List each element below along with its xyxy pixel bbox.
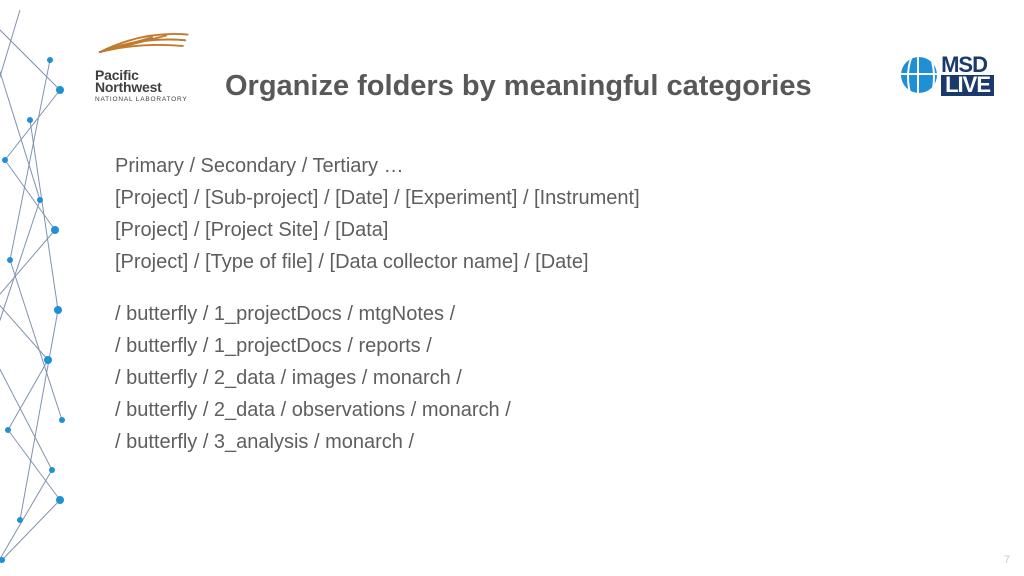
- folder-example-line: / butterfly / 2_data / observations / mo…: [115, 394, 984, 426]
- slide-body: Primary / Secondary / Tertiary … [Projec…: [115, 150, 984, 458]
- slide-title: Organize folders by meaningful categorie…: [225, 70, 812, 103]
- pnnl-subtitle: NATIONAL LABORATORY: [95, 96, 190, 103]
- network-decor: [0, 0, 70, 576]
- folder-example-line: / butterfly / 2_data / images / monarch …: [115, 362, 984, 394]
- folder-scheme-line: [Project] / [Type of file] / [Data colle…: [115, 246, 984, 278]
- folder-example-line: / butterfly / 1_projectDocs / reports /: [115, 330, 984, 362]
- folder-scheme-line: Primary / Secondary / Tertiary …: [115, 150, 984, 182]
- folder-example-line: / butterfly / 1_projectDocs / mtgNotes /: [115, 298, 984, 330]
- globe-icon: [901, 57, 937, 93]
- pnnl-logo: Pacific Northwest NATIONAL LABORATORY: [95, 25, 190, 103]
- page-number: 7: [1004, 554, 1010, 566]
- folder-example-line: / butterfly / 3_analysis / monarch /: [115, 426, 984, 458]
- folder-scheme-line: [Project] / [Sub-project] / [Date] / [Ex…: [115, 182, 984, 214]
- pnnl-name-line2: Northwest: [95, 80, 190, 94]
- slide: Pacific Northwest NATIONAL LABORATORY MS…: [0, 0, 1024, 576]
- pnnl-swoosh-icon: [95, 25, 190, 65]
- msd-live-logo: MSD LIVE: [901, 55, 994, 96]
- folder-scheme-line: [Project] / [Project Site] / [Data]: [115, 214, 984, 246]
- msd-text-bottom: LIVE: [941, 75, 994, 96]
